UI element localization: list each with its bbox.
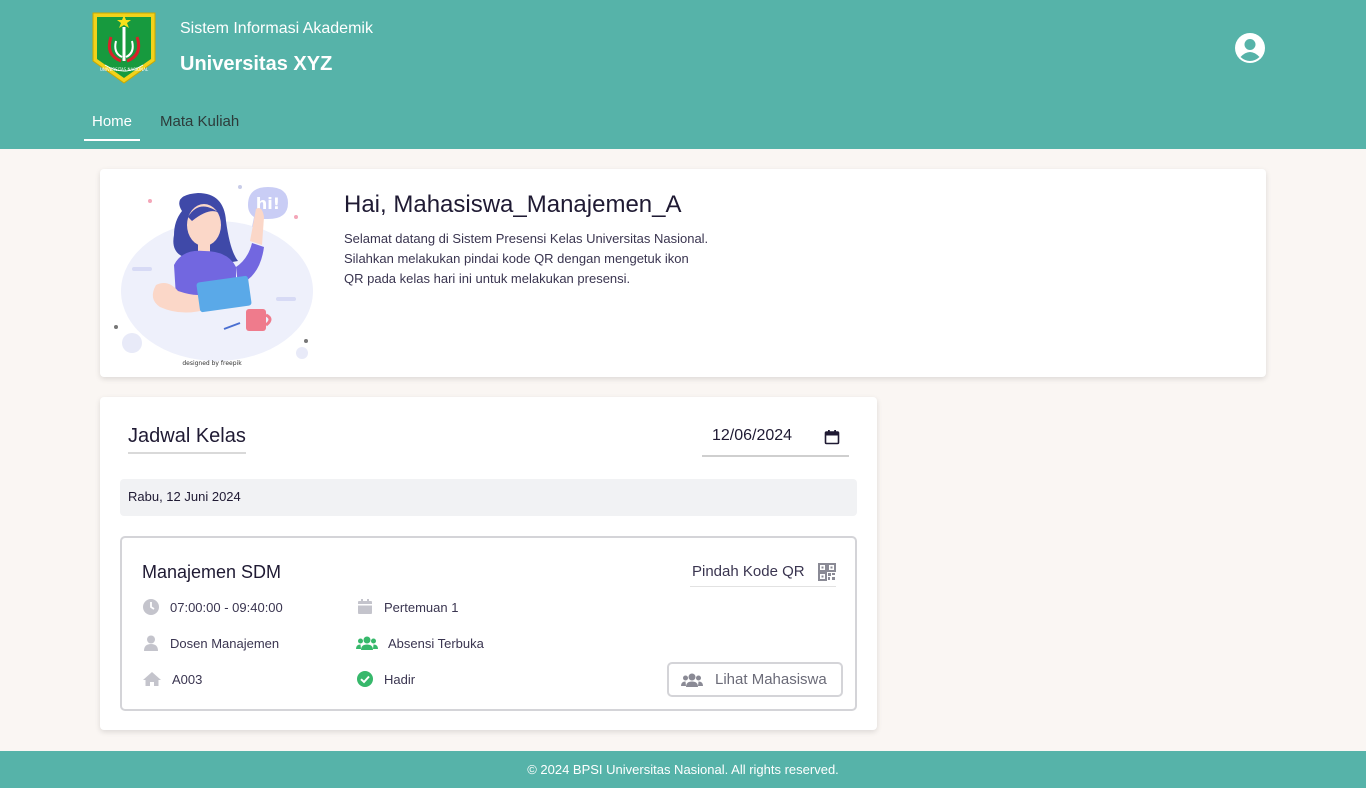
greeting-heading: Hai, Mahasiswa_Manajemen_A [344,191,682,218]
class-room: A003 [142,670,202,688]
class-lecturer-text: Dosen Manajemen [170,635,280,651]
user-account-icon[interactable] [1234,32,1266,64]
home-icon [142,670,162,688]
class-lecturer: Dosen Manajemen [142,634,279,652]
app-subtitle: Sistem Informasi Akademik [180,20,373,37]
welcome-illustration: hi! designed by freepik [114,185,313,367]
welcome-line: Selamat datang di Sistem Presensi Kelas … [344,231,709,246]
change-qr-button[interactable]: Pindah Kode QR [690,561,836,587]
qr-code-icon[interactable] [818,563,836,581]
footer-copyright: © 2024 BPSI Universitas Nasional. All ri… [527,762,839,777]
footer: © 2024 BPSI Universitas Nasional. All ri… [0,751,1366,788]
welcome-line: Silahkan melakukan pindai kode QR dengan… [344,251,689,266]
qr-button-label: Pindah Kode QR [692,563,805,580]
logo-text: UNIVERSITAS NASIONAL [100,67,149,72]
class-presence: Hadir [356,670,415,688]
nav-item-home[interactable]: Home [84,104,141,141]
class-meeting: Pertemuan 1 [356,598,458,616]
users-icon [681,672,703,688]
attendance-status-text: Absensi Terbuka [388,635,484,651]
top-header: UNIVERSITAS NASIONAL Sistem Informasi Ak… [0,0,1366,149]
nav-item-mata-kuliah[interactable]: Mata Kuliah [152,104,247,141]
check-circle-icon [356,670,374,688]
user-icon [142,634,160,652]
users-icon [356,634,378,652]
schedule-card: Jadwal Kelas 12/06/2024 Rabu, 12 Juni 20… [100,397,877,730]
schedule-title: Jadwal Kelas [128,425,246,454]
welcome-line: QR pada kelas hari ini untuk melakukan p… [344,271,631,286]
welcome-card: hi! designed by freepik Hai, Mahasiswa_M… [100,169,1266,377]
date-picker-input[interactable]: 12/06/2024 [702,423,849,457]
course-name: Manajemen SDM [142,562,282,582]
class-meeting-text: Pertemuan 1 [384,599,459,615]
presence-text: Hadir [384,671,416,687]
calendar-icon [356,598,374,616]
date-value: 12/06/2024 [712,427,793,444]
welcome-message: Selamat datang di Sistem Presensi Kelas … [344,229,764,289]
class-time-text: 07:00:00 - 09:40:00 [170,599,283,615]
class-card: Manajemen SDM Pindah Kode QR 07:00:00 - … [120,536,857,711]
class-attendance-status: Absensi Terbuka [356,634,484,652]
illustration-credit: designed by freepik [182,360,242,367]
class-room-text: A003 [172,671,203,687]
app-title: Universitas XYZ [180,53,333,75]
university-logo: UNIVERSITAS NASIONAL [92,12,156,84]
day-label: Rabu, 12 Juni 2024 [120,479,857,516]
view-students-label: Lihat Mahasiswa [715,671,827,688]
view-students-button[interactable]: Lihat Mahasiswa [667,662,843,697]
main-nav: Home Mata Kuliah [84,104,247,142]
class-time: 07:00:00 - 09:40:00 [142,598,283,616]
calendar-icon[interactable] [824,429,840,445]
clock-icon [142,598,160,616]
